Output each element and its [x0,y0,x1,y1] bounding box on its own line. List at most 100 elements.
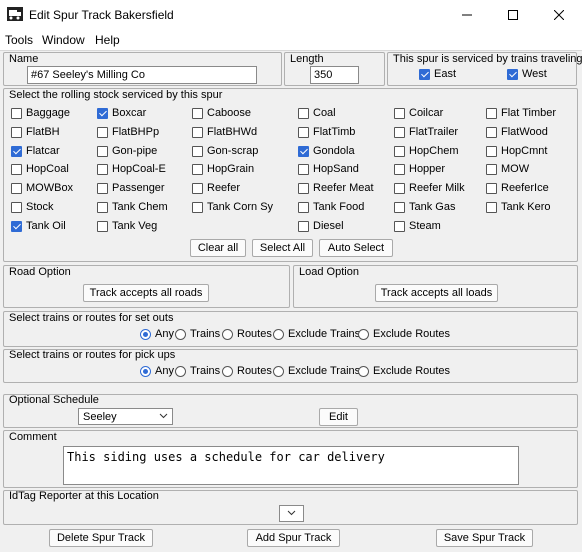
rolling-stock-checkbox[interactable]: FlatBHWd [192,126,257,140]
east-checkbox[interactable]: East [419,68,456,82]
rolling-stock-checkbox[interactable]: Reefer Milk [394,182,465,196]
save-spur-track-button[interactable]: Save Spur Track [436,529,533,547]
idtag-combo[interactable] [279,505,304,522]
rolling-stock-checkbox[interactable]: MOW [486,163,529,177]
rolling-stock-checkbox[interactable]: Tank Veg [97,220,157,234]
rolling-stock-label: Tank Food [313,201,365,213]
checkbox-box [486,164,497,175]
rolling-stock-label: HopGrain [207,163,255,175]
rolling-stock-checkbox[interactable]: Boxcar [97,107,146,121]
name-field[interactable]: #67 Seeley's Milling Co [27,66,257,84]
rolling-stock-checkbox[interactable]: Gondola [298,145,355,159]
rolling-stock-label: Hopper [409,163,446,175]
schedule-combo[interactable]: Seeley [78,408,173,425]
rolling-stock-checkbox[interactable]: HopGrain [192,163,254,177]
checkbox-box [97,108,108,119]
rolling-stock-label: Tank Oil [26,220,66,232]
select-all-button[interactable]: Select All [252,239,313,257]
rolling-stock-checkbox[interactable]: HopCoal-E [97,163,166,177]
rolling-stock-checkbox[interactable]: Tank Food [298,201,364,215]
checkbox-box [394,127,405,138]
rolling-stock-label: HopCmnt [501,145,548,157]
checkbox-box [394,164,405,175]
maximize-button[interactable] [490,0,536,30]
auto-select-button[interactable]: Auto Select [319,239,393,257]
rolling-stock-checkbox[interactable]: Reefer Meat [298,182,374,196]
rolling-stock-checkbox[interactable]: Flatcar [11,145,60,159]
rolling-stock-checkbox[interactable]: Steam [394,220,441,234]
pickups-radio-trains[interactable]: Trains [175,365,220,379]
length-field[interactable]: 350 [310,66,359,84]
rolling-stock-checkbox[interactable]: Stock [11,201,54,215]
rolling-stock-label: Boxcar [112,107,147,119]
rolling-stock-checkbox[interactable]: Passenger [97,182,165,196]
delete-spur-track-button[interactable]: Delete Spur Track [49,529,153,547]
setouts-radio-exclude-trains[interactable]: Exclude Trains [273,328,360,342]
rolling-stock-checkbox[interactable]: HopCmnt [486,145,547,159]
rolling-stock-checkbox[interactable]: Caboose [192,107,251,121]
rolling-stock-checkbox[interactable]: FlatBH [11,126,60,140]
setouts-radio-routes[interactable]: Routes [222,328,272,342]
rolling-stock-checkbox[interactable]: Coal [298,107,336,121]
rolling-stock-checkbox[interactable]: HopCoal [11,163,69,177]
west-checkbox[interactable]: West [507,68,547,82]
title-bar: Edit Spur Track Bakersfield [0,0,582,30]
pickups-radio-exclude-routes[interactable]: Exclude Routes [358,365,450,379]
rolling-stock-label: Coal [313,107,336,119]
checkbox-box [394,108,405,119]
rolling-stock-checkbox[interactable]: Gon-pipe [97,145,157,159]
schedule-edit-button[interactable]: Edit [319,408,358,426]
close-button[interactable] [536,0,582,30]
rolling-stock-checkbox[interactable]: FlatBHPp [97,126,159,140]
menu-window[interactable]: Window [42,33,85,47]
rolling-stock-checkbox[interactable]: FlatTimb [298,126,355,140]
checkbox-box [298,164,309,175]
rolling-stock-checkbox[interactable]: Tank Gas [394,201,455,215]
rolling-stock-checkbox[interactable]: Hopper [394,163,445,177]
menu-help[interactable]: Help [95,33,120,47]
pickups-radio-any[interactable]: Any [140,365,174,379]
rolling-stock-label: Tank Gas [409,201,456,213]
rolling-stock-checkbox[interactable]: ReeferIce [486,182,549,196]
rolling-stock-checkbox[interactable]: Tank Oil [11,220,66,234]
rolling-stock-checkbox[interactable]: Tank Kero [486,201,551,215]
pickups-radio-routes[interactable]: Routes [222,365,272,379]
rolling-stock-label: Flat Timber [501,107,557,119]
comment-textarea[interactable]: This siding uses a schedule for car deli… [63,446,519,485]
rolling-stock-checkbox[interactable]: Gon-scrap [192,145,258,159]
app-icon [7,7,23,21]
checkbox-box [298,183,309,194]
menu-tools[interactable]: Tools [5,33,33,47]
clear-all-button[interactable]: Clear all [190,239,246,257]
checkbox-box [192,146,203,157]
checkbox-box [97,127,108,138]
rolling-stock-checkbox[interactable]: Flat Timber [486,107,556,121]
rolling-stock-checkbox[interactable]: MOWBox [11,182,73,196]
radio-circle [140,329,151,340]
minimize-button[interactable] [444,0,490,30]
rolling-stock-checkbox[interactable]: Baggage [11,107,70,121]
rolling-stock-label: Passenger [112,182,165,194]
rolling-stock-checkbox[interactable]: HopSand [298,163,359,177]
rolling-stock-label: FlatBH [26,126,60,138]
setouts-radio-any[interactable]: Any [140,328,174,342]
rolling-stock-checkbox[interactable]: Tank Corn Sy [192,201,273,215]
setouts-radio-trains[interactable]: Trains [175,328,220,342]
add-spur-track-button[interactable]: Add Spur Track [247,529,340,547]
rolling-stock-label: Stock [26,201,54,213]
checkbox-box [394,202,405,213]
rolling-stock-checkbox[interactable]: FlatWood [486,126,548,140]
setouts-radio-exclude-routes[interactable]: Exclude Routes [358,328,450,342]
road-option-button[interactable]: Track accepts all roads [83,284,209,302]
rolling-stock-checkbox[interactable]: HopChem [394,145,459,159]
rolling-stock-label: Tank Corn Sy [207,201,274,213]
rolling-stock-checkbox[interactable]: Reefer [192,182,240,196]
rolling-stock-checkbox[interactable]: FlatTrailer [394,126,458,140]
load-option-button[interactable]: Track accepts all loads [375,284,498,302]
checkbox-box [192,127,203,138]
checkbox-box [298,202,309,213]
rolling-stock-checkbox[interactable]: Diesel [298,220,344,234]
rolling-stock-checkbox[interactable]: Tank Chem [97,201,168,215]
rolling-stock-checkbox[interactable]: Coilcar [394,107,443,121]
pickups-radio-exclude-trains[interactable]: Exclude Trains [273,365,360,379]
